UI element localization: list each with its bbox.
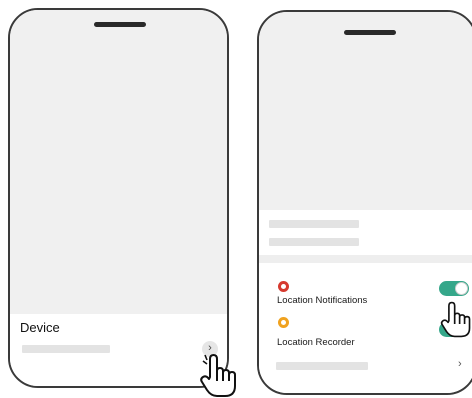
alert-icon bbox=[278, 281, 289, 292]
speaker-notch bbox=[94, 22, 146, 27]
phone-left: Device › bbox=[8, 8, 229, 388]
pointing-hand-icon bbox=[200, 354, 236, 397]
phone-screen bbox=[10, 10, 227, 314]
location-pin-icon bbox=[278, 317, 289, 328]
placeholder-bar bbox=[22, 345, 110, 353]
location-notifications-toggle[interactable] bbox=[439, 281, 469, 296]
chevron-right-icon[interactable]: › bbox=[458, 358, 462, 370]
phone-screen bbox=[259, 12, 472, 210]
location-recorder-label: Location Recorder bbox=[277, 337, 355, 348]
toggle-knob bbox=[455, 282, 468, 295]
pointing-hand-icon bbox=[440, 301, 471, 338]
placeholder-bar bbox=[269, 238, 359, 246]
device-sheet[interactable]: Device › bbox=[10, 314, 227, 386]
placeholder-bar bbox=[276, 362, 368, 370]
placeholder-bar bbox=[269, 220, 359, 228]
section-divider bbox=[259, 255, 472, 263]
speaker-notch bbox=[344, 30, 396, 35]
location-notifications-label: Location Notifications bbox=[277, 295, 368, 306]
device-label: Device bbox=[20, 320, 60, 335]
